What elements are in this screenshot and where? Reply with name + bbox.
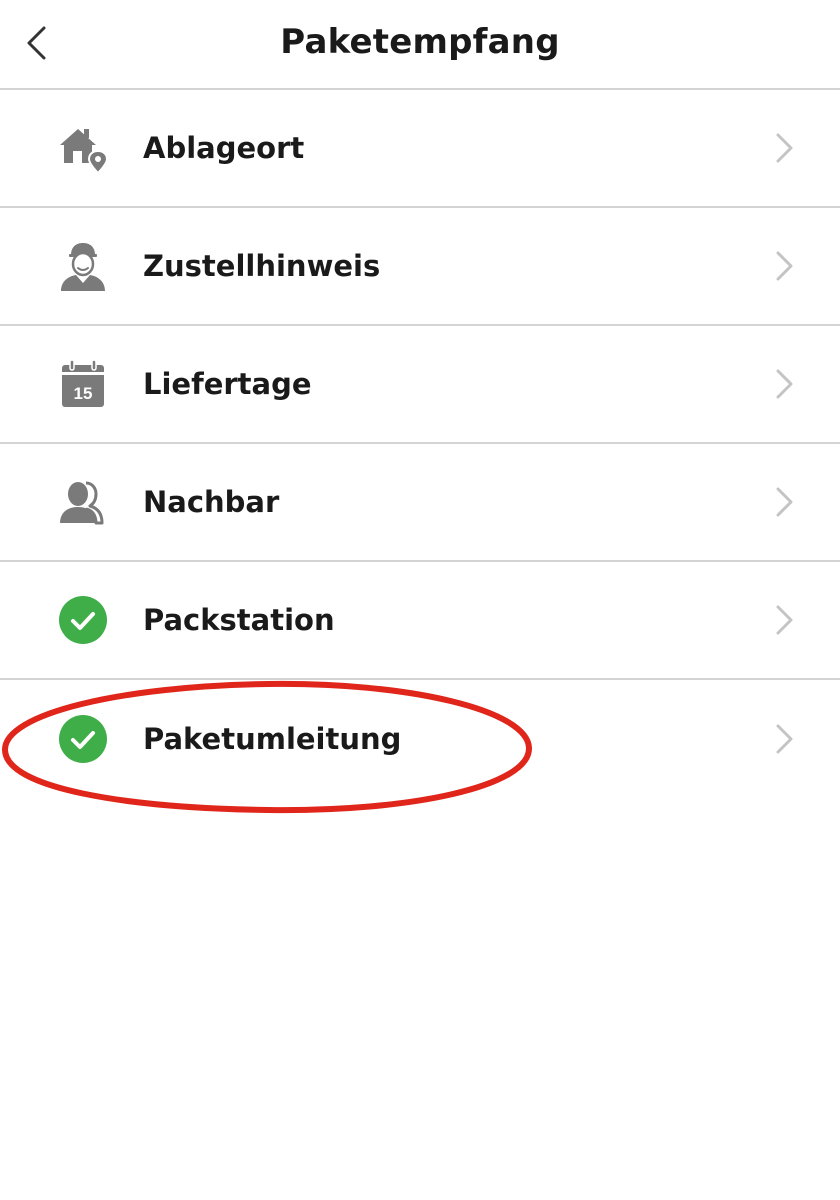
menu-item-label: Ablageort [143, 131, 305, 165]
delivery-person-icon [56, 239, 110, 293]
calendar-day-number: 15 [74, 384, 93, 403]
check-circle-icon [56, 593, 110, 647]
menu-item-ablageort[interactable]: Ablageort [0, 90, 840, 208]
chevron-right-icon [776, 724, 793, 754]
menu-item-nachbar[interactable]: Nachbar [0, 444, 840, 562]
menu-item-zustellhinweis[interactable]: Zustellhinweis [0, 208, 840, 326]
menu-item-label: Paketumleitung [143, 722, 402, 756]
chevron-right-icon [776, 369, 793, 399]
chevron-right-icon [776, 487, 793, 517]
house-location-icon [56, 121, 110, 175]
menu-item-label: Zustellhinweis [143, 249, 381, 283]
neighbors-icon [56, 475, 110, 529]
chevron-right-icon [776, 605, 793, 635]
menu-item-label: Packstation [143, 603, 335, 637]
page-title: Paketempfang [280, 22, 560, 62]
check-circle-icon [56, 712, 110, 766]
menu-item-label: Nachbar [143, 485, 280, 519]
menu-item-label: Liefertage [143, 367, 312, 401]
menu-item-packstation[interactable]: Packstation [0, 562, 840, 680]
calendar-icon: 15 [56, 357, 110, 411]
menu-item-liefertage[interactable]: 15 Liefertage [0, 326, 840, 444]
chevron-right-icon [776, 251, 793, 281]
chevron-right-icon [776, 133, 793, 163]
header-bar: Paketempfang [0, 0, 840, 90]
menu-list: Ablageort Zustellhinweis 15 Liefertage N… [0, 90, 840, 798]
menu-item-paketumleitung[interactable]: Paketumleitung [0, 680, 840, 798]
